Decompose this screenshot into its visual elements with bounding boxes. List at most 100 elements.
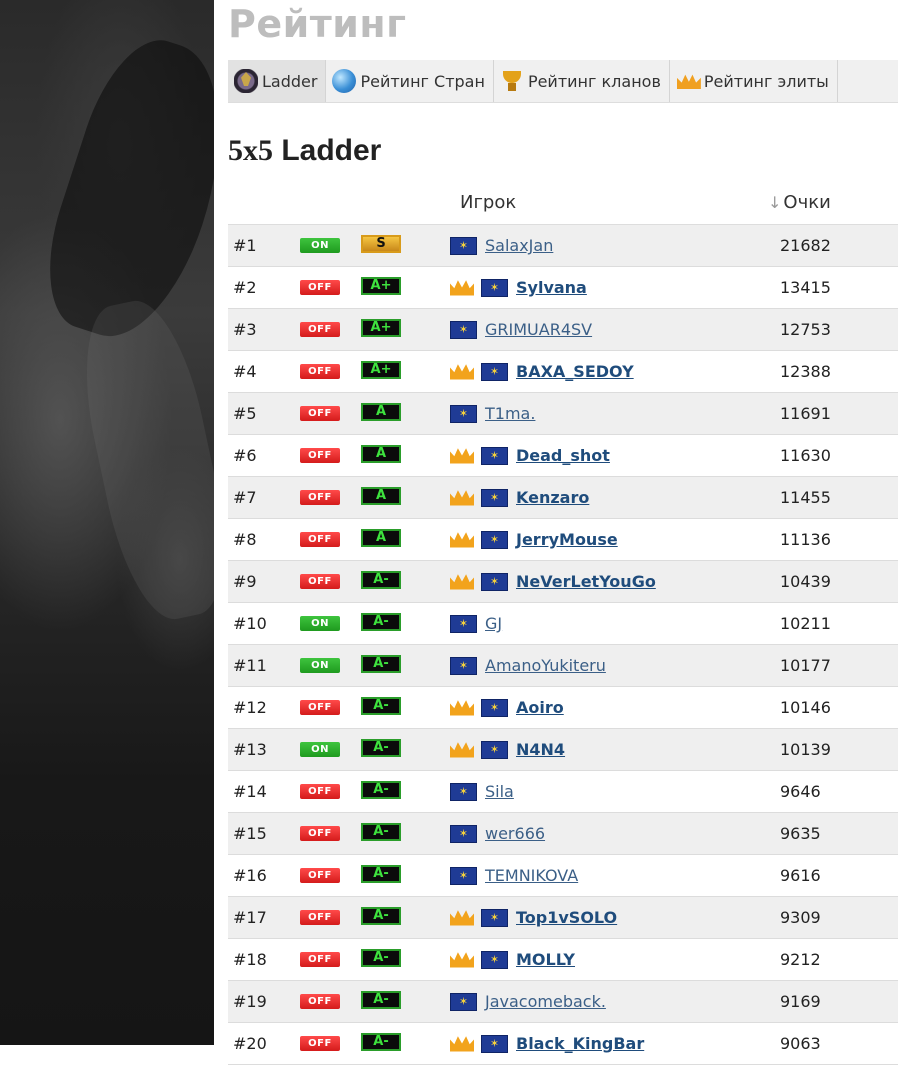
table-header: Игрок ↓ Очки — [228, 184, 898, 225]
player-cell: GRIMUAR4SV — [450, 320, 592, 339]
online-status-badge: OFF — [300, 784, 340, 799]
grade-badge: A- — [361, 865, 401, 883]
player-name-link[interactable]: AmanoYukiteru — [485, 656, 606, 675]
player-name-link[interactable]: NeVerLetYouGo — [516, 572, 656, 591]
ladder-table-body: #1 ON S SalaxJan 21682 #2 OFF A+ Sylvana 13415 #3 O… — [228, 225, 898, 1065]
eu-flag-icon — [450, 656, 477, 675]
player-name-link[interactable]: MOLLY — [516, 950, 575, 969]
player-name-link[interactable]: wer666 — [485, 824, 545, 843]
eu-flag-icon — [450, 236, 477, 255]
online-status-badge: OFF — [300, 1036, 340, 1051]
rank-cell: #14 — [233, 782, 267, 801]
player-name-link[interactable]: Kenzaro — [516, 488, 589, 507]
player-cell: GJ — [450, 614, 502, 633]
player-name-link[interactable]: Aoiro — [516, 698, 564, 717]
table-row: #1 ON S SalaxJan 21682 — [228, 225, 898, 267]
player-name-link[interactable]: N4N4 — [516, 740, 565, 759]
online-status-badge: OFF — [300, 700, 340, 715]
player-name-link[interactable]: GJ — [485, 614, 502, 633]
rank-cell: #12 — [233, 698, 267, 717]
player-cell: Kenzaro — [450, 488, 589, 507]
online-status-badge: OFF — [300, 910, 340, 925]
grade-badge: A — [361, 445, 401, 463]
eu-flag-icon — [450, 992, 477, 1011]
table-row: #12 OFF A- Aoiro 10146 — [228, 687, 898, 729]
tab-elite-rating[interactable]: Рейтинг элиты — [670, 60, 838, 102]
rank-cell: #6 — [233, 446, 257, 465]
player-cell: Top1vSOLO — [450, 908, 617, 927]
points-cell: 10177 — [780, 656, 831, 675]
player-cell: wer666 — [450, 824, 545, 843]
globe-icon — [332, 69, 357, 93]
rank-cell: #2 — [233, 278, 257, 297]
ladder-icon — [234, 69, 258, 93]
player-cell: BAXA_SEDOY — [450, 362, 634, 381]
points-cell: 10439 — [780, 572, 831, 591]
rank-cell: #19 — [233, 992, 267, 1011]
points-cell: 11455 — [780, 488, 831, 507]
tab-label: Ladder — [262, 71, 318, 91]
online-status-badge: OFF — [300, 952, 340, 967]
eu-flag-icon — [481, 950, 508, 969]
table-row: #18 OFF A- MOLLY 9212 — [228, 939, 898, 981]
table-row: #13 ON A- N4N4 10139 — [228, 729, 898, 771]
tab-clan-rating[interactable]: Рейтинг кланов — [494, 60, 670, 102]
online-status-badge: ON — [300, 238, 340, 253]
tab-country-rating[interactable]: Рейтинг Стран — [326, 60, 494, 102]
grade-badge: A+ — [361, 319, 401, 337]
player-name-link[interactable]: TEMNIKOVA — [485, 866, 578, 885]
player-cell: Sylvana — [450, 278, 587, 297]
rank-cell: #3 — [233, 320, 257, 339]
online-status-badge: OFF — [300, 994, 340, 1009]
column-header-points[interactable]: ↓ Очки — [768, 192, 831, 213]
points-cell: 9063 — [780, 1034, 821, 1053]
player-name-link[interactable]: Sila — [485, 782, 514, 801]
online-status-badge: OFF — [300, 448, 340, 463]
player-cell: Javacomeback. — [450, 992, 606, 1011]
rank-cell: #10 — [233, 614, 267, 633]
grade-badge: A- — [361, 823, 401, 841]
player-name-link[interactable]: GRIMUAR4SV — [485, 320, 592, 339]
tab-ladder[interactable]: Ladder — [228, 60, 327, 102]
player-name-link[interactable]: Sylvana — [516, 278, 587, 297]
table-row: #8 OFF A JerryMouse 11136 — [228, 519, 898, 561]
elite-crown-icon — [450, 280, 474, 296]
player-cell: NeVerLetYouGo — [450, 572, 656, 591]
player-name-link[interactable]: SalaxJan — [485, 236, 553, 255]
table-row: #15 OFF A-wer666 9635 — [228, 813, 898, 855]
points-cell: 10211 — [780, 614, 831, 633]
grade-badge: A- — [361, 571, 401, 589]
player-name-link[interactable]: JerryMouse — [516, 530, 618, 549]
grade-badge: A- — [361, 949, 401, 967]
rank-cell: #17 — [233, 908, 267, 927]
player-name-link[interactable]: T1ma. — [485, 404, 535, 423]
rank-cell: #15 — [233, 824, 267, 843]
rank-cell: #18 — [233, 950, 267, 969]
online-status-badge: OFF — [300, 532, 340, 547]
online-status-badge: OFF — [300, 574, 340, 589]
elite-crown-icon — [450, 364, 474, 380]
elite-crown-icon — [450, 490, 474, 506]
tab-label: Рейтинг Стран — [360, 71, 485, 91]
grade-badge: A — [361, 529, 401, 547]
player-name-link[interactable]: Dead_shot — [516, 446, 610, 465]
sort-down-icon: ↓ — [768, 193, 782, 212]
eu-flag-icon — [450, 824, 477, 843]
eu-flag-icon — [481, 572, 508, 591]
grade-badge: A- — [361, 907, 401, 925]
eu-flag-icon — [481, 698, 508, 717]
points-cell: 9616 — [780, 866, 821, 885]
eu-flag-icon — [481, 488, 508, 507]
rank-cell: #16 — [233, 866, 267, 885]
rank-cell: #9 — [233, 572, 257, 591]
column-header-player[interactable]: Игрок — [460, 192, 516, 213]
player-name-link[interactable]: Top1vSOLO — [516, 908, 617, 927]
online-status-badge: ON — [300, 742, 340, 757]
crown-icon — [676, 69, 700, 93]
online-status-badge: OFF — [300, 280, 340, 295]
player-name-link[interactable]: BAXA_SEDOY — [516, 362, 634, 381]
player-name-link[interactable]: Black_KingBar — [516, 1034, 644, 1053]
table-row: #20 OFF A- Black_KingBar 9063 — [228, 1023, 898, 1065]
player-name-link[interactable]: Javacomeback. — [485, 992, 606, 1011]
eu-flag-icon — [450, 614, 477, 633]
